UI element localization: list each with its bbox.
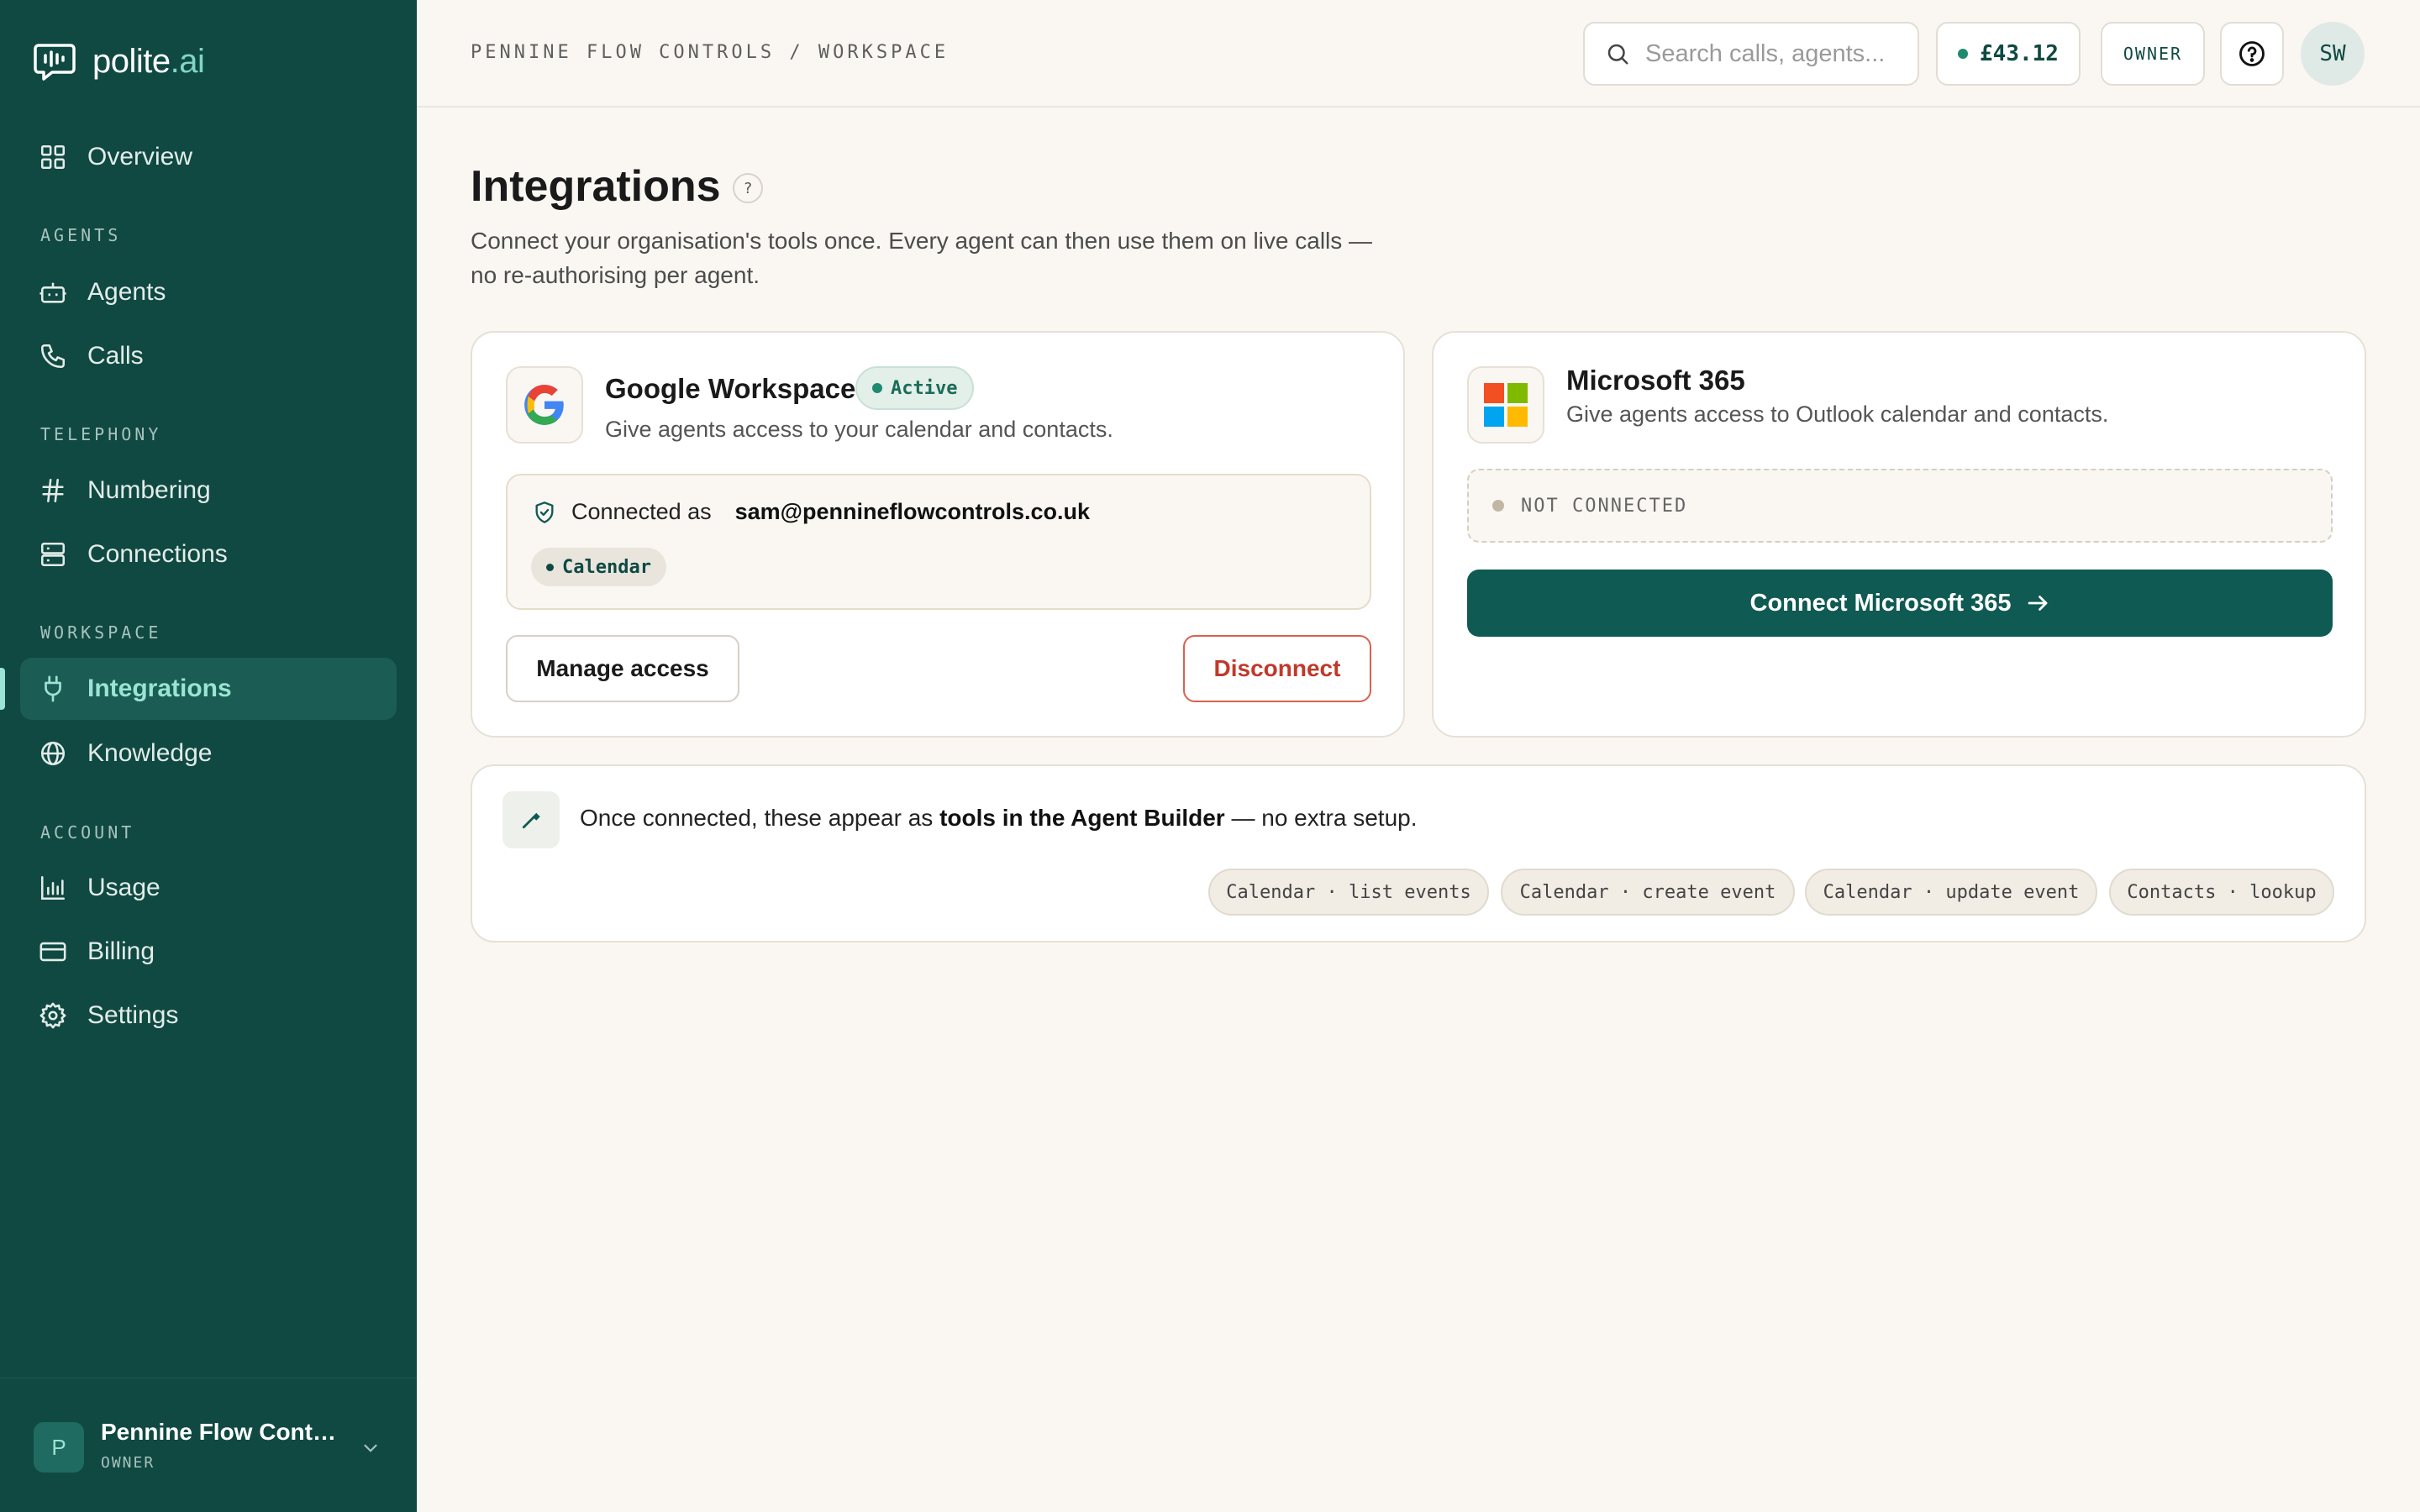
balance-amount: £43.12 xyxy=(1980,41,2059,66)
connected-as-line: Connected as sam@pennineflowcontrols.co.… xyxy=(533,499,1090,525)
plug-icon xyxy=(45,675,61,702)
tool-chip: Contacts · lookup xyxy=(2109,869,2334,916)
microsoft-logo xyxy=(1467,366,1544,444)
sidebar-item-label: Overview xyxy=(87,143,193,171)
chat-bubble-icon xyxy=(34,44,76,81)
search-input[interactable] xyxy=(1645,39,1914,68)
org-name: Pennine Flow Contr... xyxy=(101,1419,336,1445)
button-label: Connect Microsoft 365 xyxy=(1749,589,2012,617)
help-circle-icon xyxy=(2239,41,2265,66)
arrow-right-icon xyxy=(2028,596,2047,611)
breadcrumb[interactable]: PENNINE FLOW CONTROLS / WORKSPACE xyxy=(471,42,949,63)
sidebar: polite.ai Overview AGENTS Agents Calls T… xyxy=(0,0,417,1512)
not-connected-status: NOT CONNECTED xyxy=(1467,469,2333,543)
sidebar-item-label: Billing xyxy=(87,937,155,965)
info-text-before: Once connected, these appear as xyxy=(580,805,940,831)
disconnect-button[interactable]: Disconnect xyxy=(1183,635,1371,702)
grid-icon xyxy=(40,144,66,170)
connected-email: sam@pennineflowcontrols.co.uk xyxy=(734,499,1091,524)
sidebar-item-label: Numbering xyxy=(87,476,211,504)
hash-icon xyxy=(42,478,64,503)
page-subtitle: Connect your organisation's tools once. … xyxy=(471,228,1373,288)
title-help-button[interactable]: ? xyxy=(733,173,763,203)
section-label-account: ACCOUNT xyxy=(40,822,135,843)
info-icon-box xyxy=(502,791,560,848)
brand-name: polite.ai xyxy=(92,42,205,80)
google-title: Google Workspace xyxy=(605,373,856,404)
sidebar-item-billing[interactable]: Billing xyxy=(20,921,397,983)
agent-builder-info-card xyxy=(471,764,2366,942)
google-g-icon xyxy=(524,385,564,425)
sidebar-item-agents[interactable]: Agents xyxy=(20,261,397,323)
sidebar-item-label: Calls xyxy=(87,342,144,370)
brand-logo[interactable]: polite.ai xyxy=(34,42,205,81)
phone-icon xyxy=(40,344,66,369)
top-bar: PENNINE FLOW CONTROLS / WORKSPACE £43.12… xyxy=(417,0,2420,108)
connect-microsoft-button[interactable]: Connect Microsoft 365 xyxy=(1467,570,2333,637)
sidebar-item-label: Agents xyxy=(87,278,166,306)
sidebar-item-label: Settings xyxy=(87,1001,179,1029)
tool-chip: Calendar · create event xyxy=(1501,869,1795,916)
balance-badge[interactable]: £43.12 xyxy=(1936,22,2081,86)
org-role: OWNER xyxy=(101,1454,155,1472)
sidebar-item-connections[interactable]: Connections xyxy=(20,523,397,585)
search-icon xyxy=(1607,44,1628,65)
wand-icon xyxy=(522,812,540,829)
sidebar-item-overview[interactable]: Overview xyxy=(20,126,397,188)
sidebar-item-usage[interactable]: Usage xyxy=(20,857,397,919)
microsoft-title: Microsoft 365 xyxy=(1566,365,1745,396)
sidebar-item-label: Integrations xyxy=(87,675,232,702)
section-label-telephony: TELEPHONY xyxy=(40,424,162,444)
status-label: Active xyxy=(891,377,958,399)
shield-check-icon xyxy=(535,501,554,523)
manage-access-button[interactable]: Manage access xyxy=(506,635,739,702)
tool-chip: Calendar · list events xyxy=(1208,869,1489,916)
status-dot xyxy=(872,383,882,393)
sidebar-item-knowledge[interactable]: Knowledge xyxy=(20,722,397,785)
org-switcher[interactable]: P Pennine Flow Contr... OWNER xyxy=(0,1378,417,1512)
connected-as-label: Connected as xyxy=(571,499,712,524)
status-label: NOT CONNECTED xyxy=(1521,495,1688,517)
gear-icon xyxy=(39,1002,66,1029)
page-title: Integrations xyxy=(471,162,721,211)
org-avatar: P xyxy=(34,1422,84,1473)
microsoft-365-card: Microsoft 365 Give agents access to Outl… xyxy=(1432,331,2366,738)
google-logo xyxy=(506,366,583,444)
help-button[interactable] xyxy=(2220,22,2284,86)
microsoft-description: Give agents access to Outlook calendar a… xyxy=(1566,402,2109,427)
tool-chip: Calendar · update event xyxy=(1805,869,2097,916)
sidebar-item-calls[interactable]: Calls xyxy=(20,325,397,387)
sidebar-item-integrations[interactable]: Integrations xyxy=(20,658,397,720)
info-text: Once connected, these appear as tools in… xyxy=(580,805,1418,832)
microsoft-windows-icon xyxy=(1484,383,1528,427)
google-description: Give agents access to your calendar and … xyxy=(605,417,1113,442)
search-box[interactable] xyxy=(1583,22,1919,86)
section-label-agents: AGENTS xyxy=(40,225,122,245)
section-label-workspace: WORKSPACE xyxy=(40,622,162,643)
user-avatar[interactable]: SW xyxy=(2301,22,2365,86)
scope-chip-calendar: Calendar xyxy=(531,548,666,586)
sidebar-item-settings[interactable]: Settings xyxy=(20,984,397,1047)
credit-card-icon xyxy=(39,942,66,962)
chip-dot xyxy=(546,563,554,571)
status-dot xyxy=(1492,500,1504,512)
info-text-after: — no extra setup. xyxy=(1224,805,1418,831)
globe-icon xyxy=(40,741,66,766)
google-workspace-card: Google Workspace Active Give agents acce… xyxy=(471,331,1405,738)
server-icon xyxy=(40,542,66,567)
sidebar-item-numbering[interactable]: Numbering xyxy=(20,459,397,522)
sidebar-item-label: Usage xyxy=(87,874,160,901)
robot-icon xyxy=(39,282,66,303)
sidebar-item-label: Knowledge xyxy=(87,739,213,767)
status-badge-active: Active xyxy=(855,366,975,410)
info-text-bold: tools in the Agent Builder xyxy=(939,805,1225,831)
balance-status-dot xyxy=(1958,49,1969,59)
chevron-down-icon xyxy=(364,1444,377,1452)
role-badge: OWNER xyxy=(2101,22,2205,86)
bar-chart-icon xyxy=(40,875,66,900)
sidebar-item-label: Connections xyxy=(87,540,228,568)
active-indicator xyxy=(0,668,5,710)
chip-label: Calendar xyxy=(562,556,651,578)
connected-account-box: Connected as sam@pennineflowcontrols.co.… xyxy=(506,474,1371,610)
